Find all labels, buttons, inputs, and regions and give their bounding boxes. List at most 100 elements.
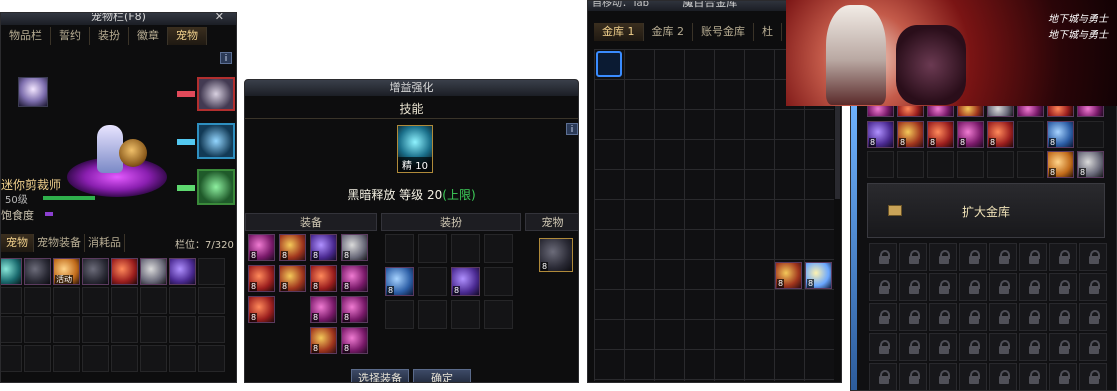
equip-item[interactable]: 8 <box>341 296 368 323</box>
pet-item[interactable] <box>111 258 138 285</box>
pet-equip-slot[interactable]: 8 <box>539 238 573 272</box>
select-equipment-button[interactable]: 选择装备 <box>351 369 409 382</box>
storage-item[interactable]: 8 <box>897 121 924 148</box>
empty-slot[interactable] <box>53 316 80 343</box>
empty-slot[interactable] <box>1017 151 1044 178</box>
avatar-slot[interactable] <box>451 234 480 263</box>
equip-item[interactable]: 8 <box>310 296 337 323</box>
equip-item[interactable]: 8 <box>310 265 337 292</box>
empty-slot[interactable] <box>169 345 196 372</box>
tab-emblem[interactable]: 徽章 <box>129 27 168 45</box>
empty-slot[interactable] <box>111 316 138 343</box>
tab-pet[interactable]: 宠物 <box>168 27 207 45</box>
pet-skill-slot-2[interactable] <box>197 123 235 159</box>
tab-consumables[interactable]: 消耗品 <box>85 234 125 252</box>
tab-pets[interactable]: 宠物 <box>1 234 34 252</box>
storage-item[interactable]: 8 <box>987 121 1014 148</box>
info-icon[interactable]: i <box>566 123 578 135</box>
info-icon[interactable]: i <box>220 52 232 64</box>
empty-slot[interactable] <box>198 258 225 285</box>
empty-slot[interactable] <box>111 345 138 372</box>
pet-portrait[interactable] <box>18 77 48 107</box>
storage-item[interactable]: 8 <box>867 121 894 148</box>
storage-item[interactable]: 8 <box>927 121 954 148</box>
empty-slot[interactable] <box>897 151 924 178</box>
empty-slot[interactable] <box>867 151 894 178</box>
equip-item[interactable]: 8 <box>341 265 368 292</box>
tab-oath[interactable]: 誓约 <box>51 27 90 45</box>
expand-storage-button[interactable]: 扩大金库 <box>867 183 1105 238</box>
empty-slot[interactable] <box>53 345 80 372</box>
empty-slot[interactable] <box>279 327 306 354</box>
tab-storage-2[interactable]: 金库 2 <box>644 23 693 41</box>
avatar-slot[interactable] <box>484 267 513 296</box>
equip-item[interactable]: 8 <box>248 296 275 323</box>
avatar-slot[interactable] <box>385 234 414 263</box>
close-icon[interactable]: ✕ <box>215 13 224 23</box>
empty-slot[interactable] <box>1 345 22 372</box>
equip-item[interactable]: 8 <box>341 327 368 354</box>
storage-item[interactable]: 8 <box>957 121 984 148</box>
pet-skill-slot-1[interactable] <box>197 77 235 111</box>
pet-item[interactable] <box>24 258 51 285</box>
equip-item[interactable]: 8 <box>341 234 368 261</box>
confirm-button[interactable]: 确定 <box>413 369 471 382</box>
empty-slot[interactable] <box>169 316 196 343</box>
empty-slot[interactable] <box>1077 121 1104 148</box>
tab-account-storage[interactable]: 账号金库 <box>693 23 754 41</box>
pet-item[interactable] <box>82 258 109 285</box>
empty-slot[interactable] <box>24 345 51 372</box>
empty-slot[interactable] <box>198 345 225 372</box>
equip-item[interactable]: 8 <box>279 234 306 261</box>
avatar-slot[interactable] <box>418 234 447 263</box>
equip-item[interactable]: 8 <box>248 234 275 261</box>
pet-item[interactable]: 活动 <box>53 258 80 285</box>
storage-item[interactable]: 8 <box>805 262 832 289</box>
empty-slot[interactable] <box>53 287 80 314</box>
empty-slot[interactable] <box>987 151 1014 178</box>
storage-item[interactable]: 8 <box>1047 151 1074 178</box>
pet-item[interactable] <box>1 258 22 285</box>
avatar-slot[interactable] <box>418 267 447 296</box>
tab-storage-1[interactable]: 金库 1 <box>594 23 644 41</box>
pet-skill-slot-3[interactable] <box>197 169 235 205</box>
equip-item[interactable]: 8 <box>248 265 275 292</box>
storage-item[interactable]: 8 <box>1077 151 1104 178</box>
equip-item[interactable]: 8 <box>310 327 337 354</box>
tab-inventory[interactable]: 物品栏 <box>1 27 51 45</box>
avatar-item[interactable]: 8 <box>385 267 414 296</box>
empty-slot[interactable] <box>248 327 275 354</box>
avatar-slot[interactable] <box>484 300 513 329</box>
avatar-slot[interactable] <box>451 300 480 329</box>
pet-item[interactable] <box>140 258 167 285</box>
tab-storage-extra[interactable]: 杜 <box>754 23 782 41</box>
storage-selected-slot[interactable] <box>596 51 622 77</box>
avatar-item[interactable]: 8 <box>451 267 480 296</box>
empty-slot[interactable] <box>1 287 22 314</box>
avatar-slot[interactable] <box>484 234 513 263</box>
empty-slot[interactable] <box>82 287 109 314</box>
equip-item[interactable]: 8 <box>279 265 306 292</box>
empty-slot[interactable] <box>140 345 167 372</box>
empty-slot[interactable] <box>24 316 51 343</box>
storage-item[interactable]: 8 <box>1047 121 1074 148</box>
empty-slot[interactable] <box>140 287 167 314</box>
empty-slot[interactable] <box>198 316 225 343</box>
empty-slot[interactable] <box>198 287 225 314</box>
empty-slot[interactable] <box>927 151 954 178</box>
empty-slot[interactable] <box>140 316 167 343</box>
tab-avatar[interactable]: 装扮 <box>90 27 129 45</box>
empty-slot[interactable] <box>957 151 984 178</box>
equip-item[interactable]: 8 <box>310 234 337 261</box>
avatar-slot[interactable] <box>418 300 447 329</box>
empty-slot[interactable] <box>24 287 51 314</box>
empty-slot[interactable] <box>1017 121 1044 148</box>
empty-slot[interactable] <box>82 345 109 372</box>
avatar-slot[interactable] <box>385 300 414 329</box>
tab-pet-equipment[interactable]: 宠物装备 <box>34 234 85 252</box>
storage-item[interactable]: 8 <box>775 262 802 289</box>
skill-icon[interactable]: 精 10 <box>397 125 433 173</box>
empty-slot[interactable] <box>1 316 22 343</box>
empty-slot[interactable] <box>279 296 306 323</box>
pet-item[interactable] <box>169 258 196 285</box>
